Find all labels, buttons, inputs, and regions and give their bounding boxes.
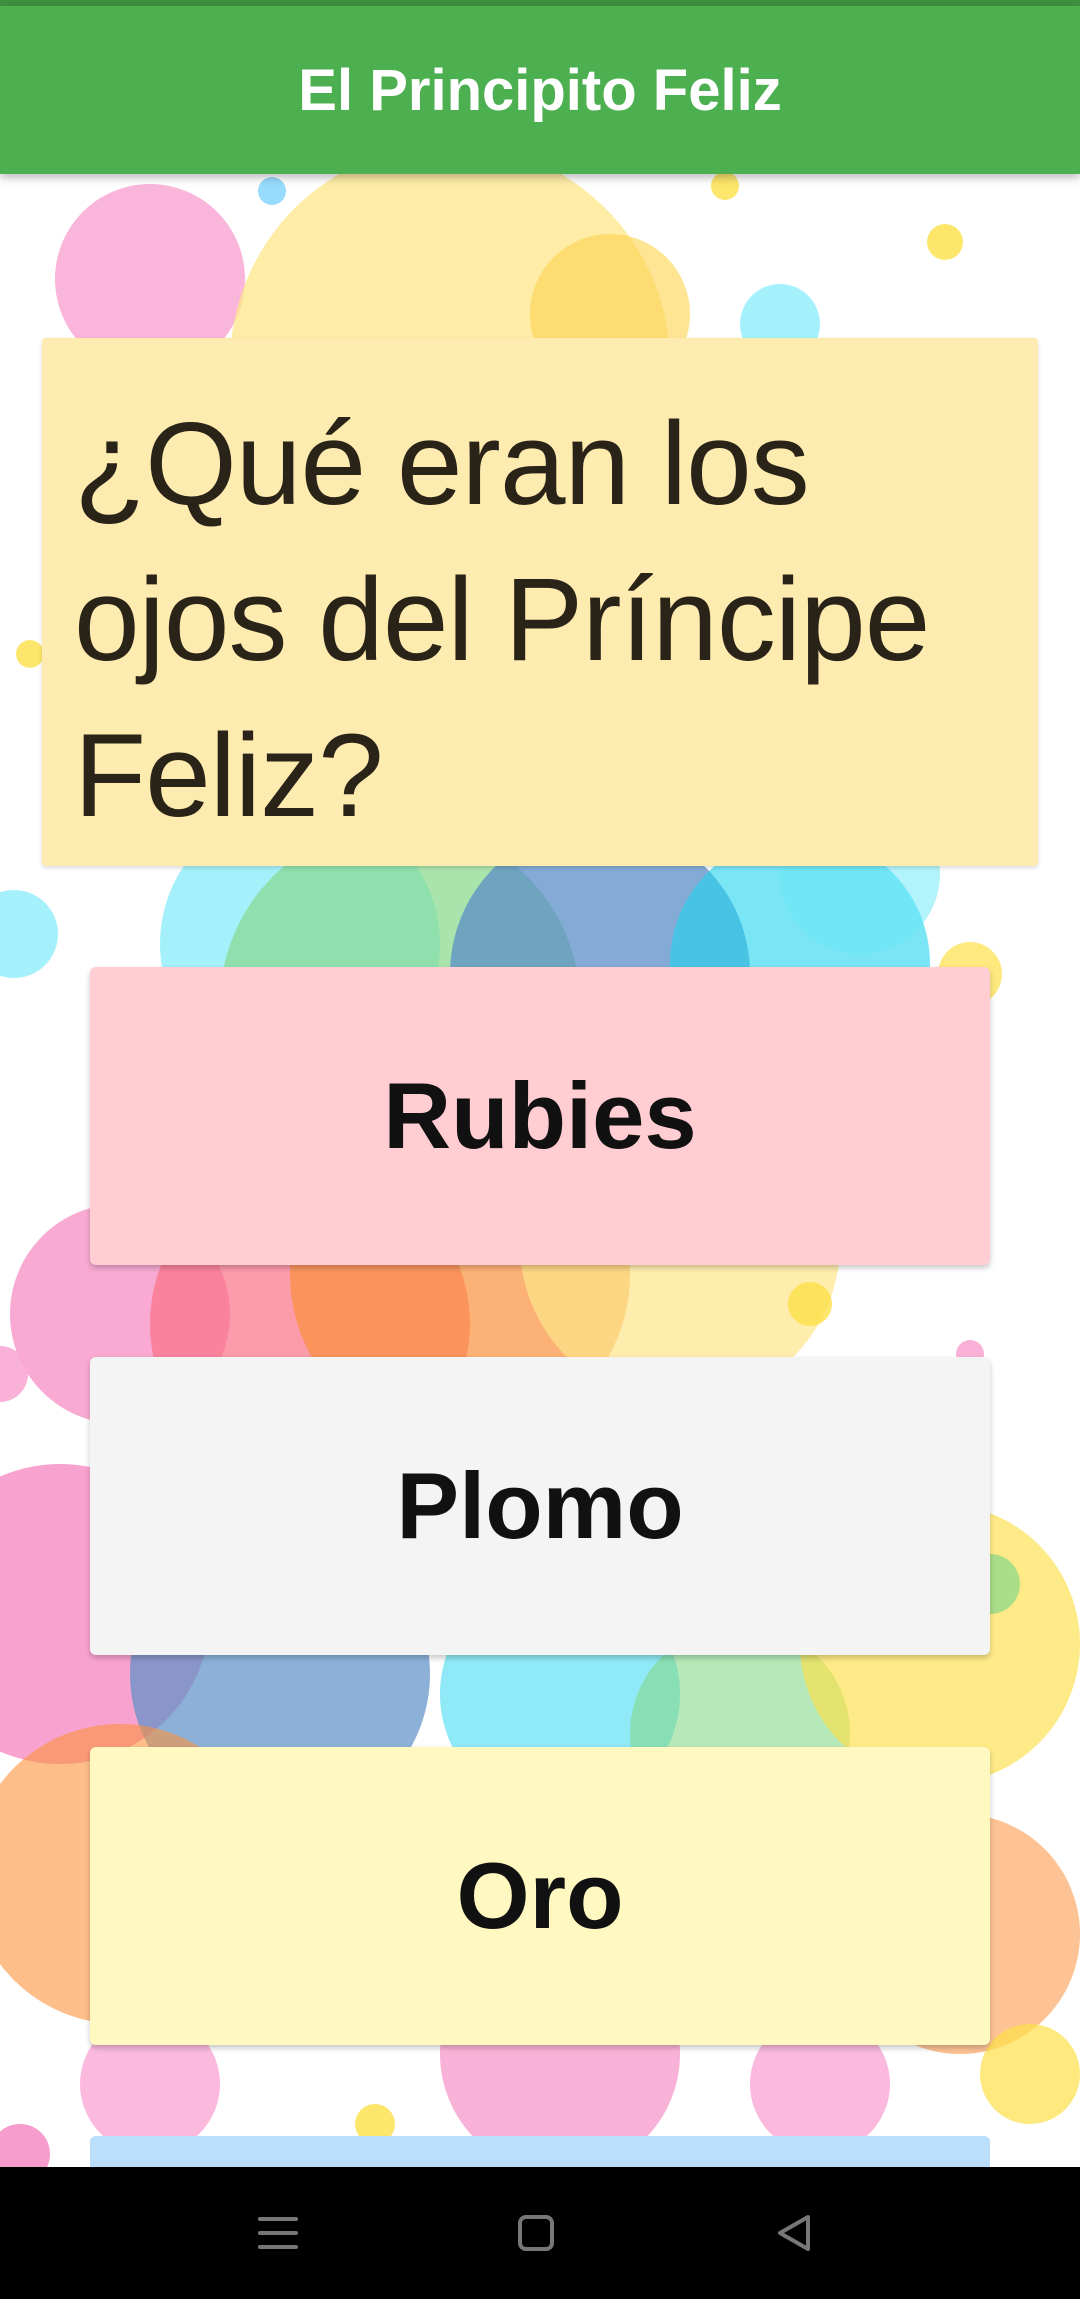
answer-button-3[interactable]: Oro — [90, 1747, 990, 2045]
app-bar: El Principito Feliz — [0, 6, 1080, 174]
home-square-icon[interactable] — [496, 2193, 576, 2273]
answer-label: Oro — [456, 1843, 624, 1948]
answer-button-2[interactable]: Plomo — [90, 1357, 990, 1655]
question-text: ¿Qué eran los ojos del Príncipe Feliz? — [74, 398, 930, 842]
back-triangle-icon[interactable] — [754, 2193, 834, 2273]
answer-button-1[interactable]: Rubies — [90, 967, 990, 1265]
system-nav-bar — [0, 2167, 1080, 2299]
menu-icon[interactable] — [238, 2193, 318, 2273]
answer-label: Rubies — [383, 1063, 697, 1168]
answer-label: Plomo — [396, 1453, 684, 1558]
question-card: ¿Qué eran los ojos del Príncipe Feliz? — [42, 338, 1038, 866]
app-title: El Principito Feliz — [298, 57, 782, 123]
